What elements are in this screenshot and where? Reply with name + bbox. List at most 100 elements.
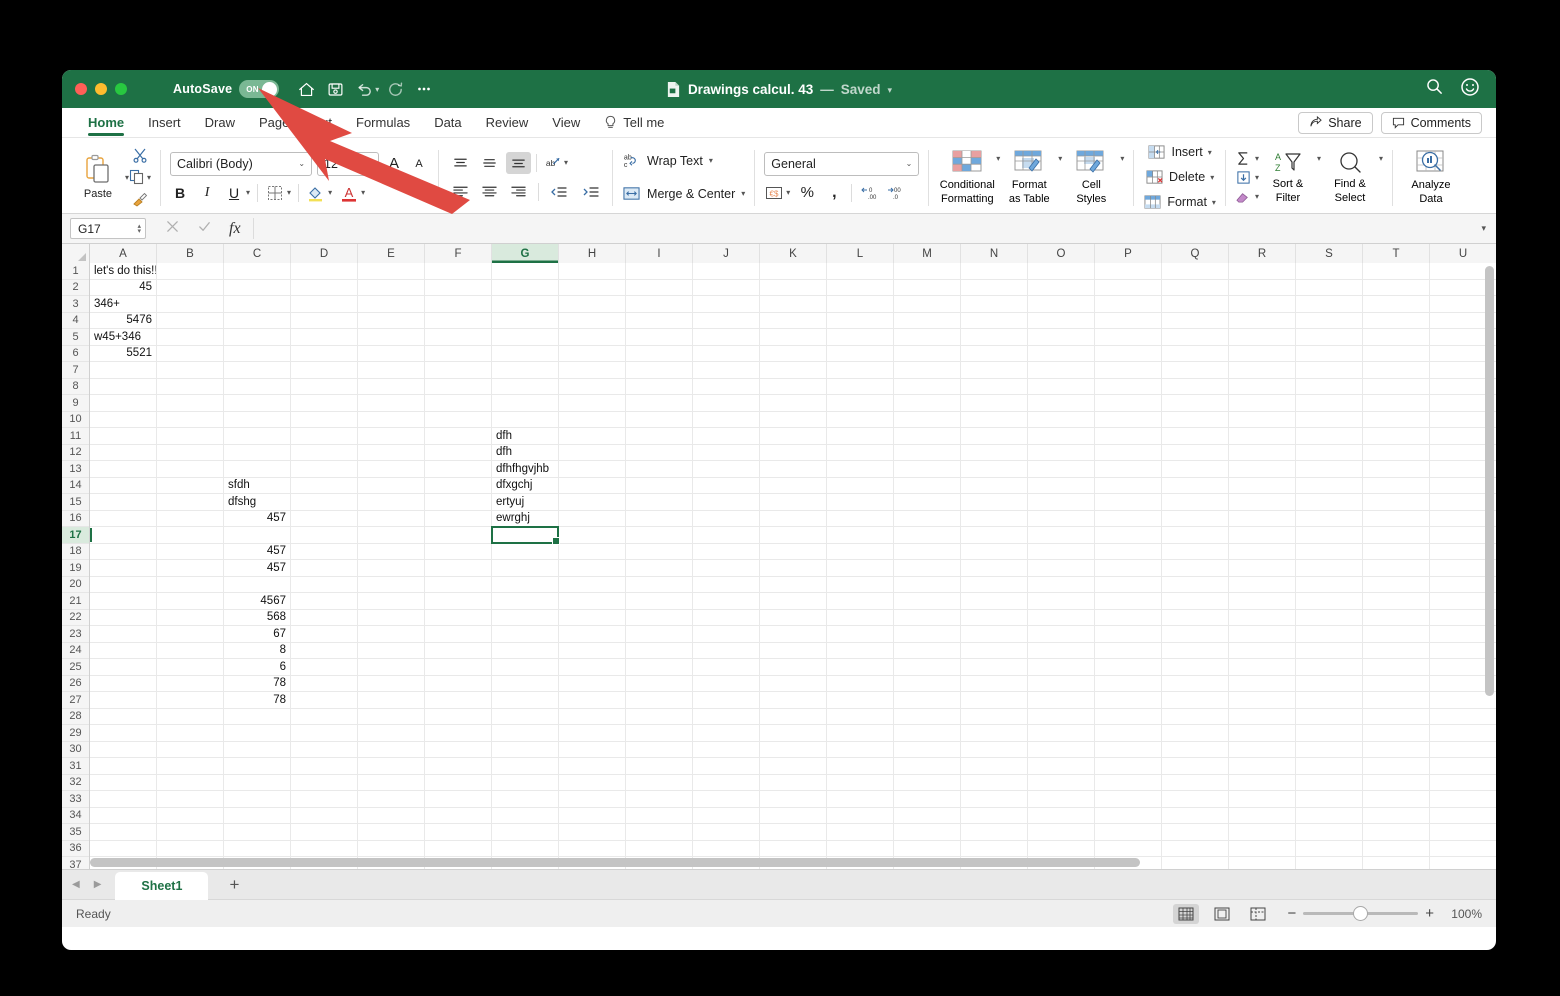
cell-N15[interactable] — [961, 494, 1028, 511]
cell-K18[interactable] — [760, 543, 827, 560]
cell-L31[interactable] — [827, 758, 894, 775]
cell-R26[interactable] — [1229, 675, 1296, 692]
cell-T20[interactable] — [1363, 576, 1430, 593]
cell-A14[interactable] — [90, 477, 157, 494]
cell-E4[interactable] — [358, 312, 425, 329]
cell-P6[interactable] — [1095, 345, 1162, 362]
cell-K26[interactable] — [760, 675, 827, 692]
number-format-combo[interactable]: General ⌄ — [764, 151, 920, 176]
cell-N24[interactable] — [961, 642, 1028, 659]
tab-view[interactable]: View — [540, 108, 592, 138]
cell-D6[interactable] — [291, 345, 358, 362]
cell-I9[interactable] — [626, 395, 693, 412]
cell-E18[interactable] — [358, 543, 425, 560]
cell-L15[interactable] — [827, 494, 894, 511]
cell-I13[interactable] — [626, 461, 693, 478]
cell-N32[interactable] — [961, 774, 1028, 791]
row-header-19[interactable]: 19 — [62, 560, 89, 577]
cell-T13[interactable] — [1363, 461, 1430, 478]
cell-E22[interactable] — [358, 609, 425, 626]
cell-I30[interactable] — [626, 741, 693, 758]
cell-H23[interactable] — [559, 626, 626, 643]
cell-R5[interactable] — [1229, 329, 1296, 346]
cell-K2[interactable] — [760, 279, 827, 296]
cell-A15[interactable] — [90, 494, 157, 511]
cell-N21[interactable] — [961, 593, 1028, 610]
cell-G29[interactable] — [492, 725, 559, 742]
cell-O23[interactable] — [1028, 626, 1095, 643]
row-header-10[interactable]: 10 — [62, 411, 89, 428]
cell-O1[interactable] — [1028, 263, 1095, 280]
decrease-font-size-button[interactable]: A — [409, 154, 429, 174]
cell-J21[interactable] — [693, 593, 760, 610]
format-cells-button[interactable]: Format ▾ — [1143, 192, 1216, 212]
cell-P36[interactable] — [1095, 840, 1162, 857]
underline-caret[interactable]: ▾ — [246, 188, 250, 197]
cell-Q8[interactable] — [1162, 378, 1229, 395]
column-header-U[interactable]: U — [1430, 244, 1496, 263]
cell-R22[interactable] — [1229, 609, 1296, 626]
column-header-O[interactable]: O — [1028, 244, 1095, 263]
cell-G1[interactable] — [492, 263, 559, 280]
cell-O34[interactable] — [1028, 807, 1095, 824]
cell-A34[interactable] — [90, 807, 157, 824]
cell-A5[interactable]: w45+346 — [90, 329, 157, 346]
cell-J24[interactable] — [693, 642, 760, 659]
cell-H7[interactable] — [559, 362, 626, 379]
cell-R17[interactable] — [1229, 527, 1296, 544]
cell-R10[interactable] — [1229, 411, 1296, 428]
cell-P33[interactable] — [1095, 791, 1162, 808]
cell-J13[interactable] — [693, 461, 760, 478]
cell-M13[interactable] — [894, 461, 961, 478]
close-window-button[interactable] — [75, 83, 87, 95]
cell-P4[interactable] — [1095, 312, 1162, 329]
cell-T4[interactable] — [1363, 312, 1430, 329]
cell-A12[interactable] — [90, 444, 157, 461]
cell-F18[interactable] — [425, 543, 492, 560]
cell-M31[interactable] — [894, 758, 961, 775]
cell-O14[interactable] — [1028, 477, 1095, 494]
cell-T19[interactable] — [1363, 560, 1430, 577]
cell-I31[interactable] — [626, 758, 693, 775]
cell-L20[interactable] — [827, 576, 894, 593]
cell-C9[interactable] — [224, 395, 291, 412]
cell-D11[interactable] — [291, 428, 358, 445]
cell-B26[interactable] — [157, 675, 224, 692]
cell-T22[interactable] — [1363, 609, 1430, 626]
cell-C30[interactable] — [224, 741, 291, 758]
number-format-caret[interactable]: ⌄ — [906, 159, 913, 168]
cell-G17[interactable] — [492, 527, 559, 544]
cell-J12[interactable] — [693, 444, 760, 461]
cell-S3[interactable] — [1296, 296, 1363, 313]
cell-E35[interactable] — [358, 824, 425, 841]
cell-G18[interactable] — [492, 543, 559, 560]
cell-M5[interactable] — [894, 329, 961, 346]
cell-G28[interactable] — [492, 708, 559, 725]
cell-R13[interactable] — [1229, 461, 1296, 478]
cell-S20[interactable] — [1296, 576, 1363, 593]
cell-H27[interactable] — [559, 692, 626, 709]
cell-K14[interactable] — [760, 477, 827, 494]
cell-F1[interactable] — [425, 263, 492, 280]
cell-M15[interactable] — [894, 494, 961, 511]
cell-Q14[interactable] — [1162, 477, 1229, 494]
cell-M30[interactable] — [894, 741, 961, 758]
cell-C22[interactable]: 568 — [224, 609, 291, 626]
cell-P25[interactable] — [1095, 659, 1162, 676]
cell-S17[interactable] — [1296, 527, 1363, 544]
percent-style-button[interactable]: % — [797, 183, 817, 203]
cell-Q32[interactable] — [1162, 774, 1229, 791]
cell-O19[interactable] — [1028, 560, 1095, 577]
cell-N27[interactable] — [961, 692, 1028, 709]
row-header-36[interactable]: 36 — [62, 840, 89, 857]
cell-D16[interactable] — [291, 510, 358, 527]
cell-T3[interactable] — [1363, 296, 1430, 313]
comma-style-button[interactable]: , — [824, 183, 844, 203]
font-size-combo[interactable]: 12 ⌄ — [317, 151, 380, 176]
cell-I1[interactable] — [626, 263, 693, 280]
cell-R3[interactable] — [1229, 296, 1296, 313]
cell-F10[interactable] — [425, 411, 492, 428]
cell-I27[interactable] — [626, 692, 693, 709]
cell-B28[interactable] — [157, 708, 224, 725]
cell-A20[interactable] — [90, 576, 157, 593]
